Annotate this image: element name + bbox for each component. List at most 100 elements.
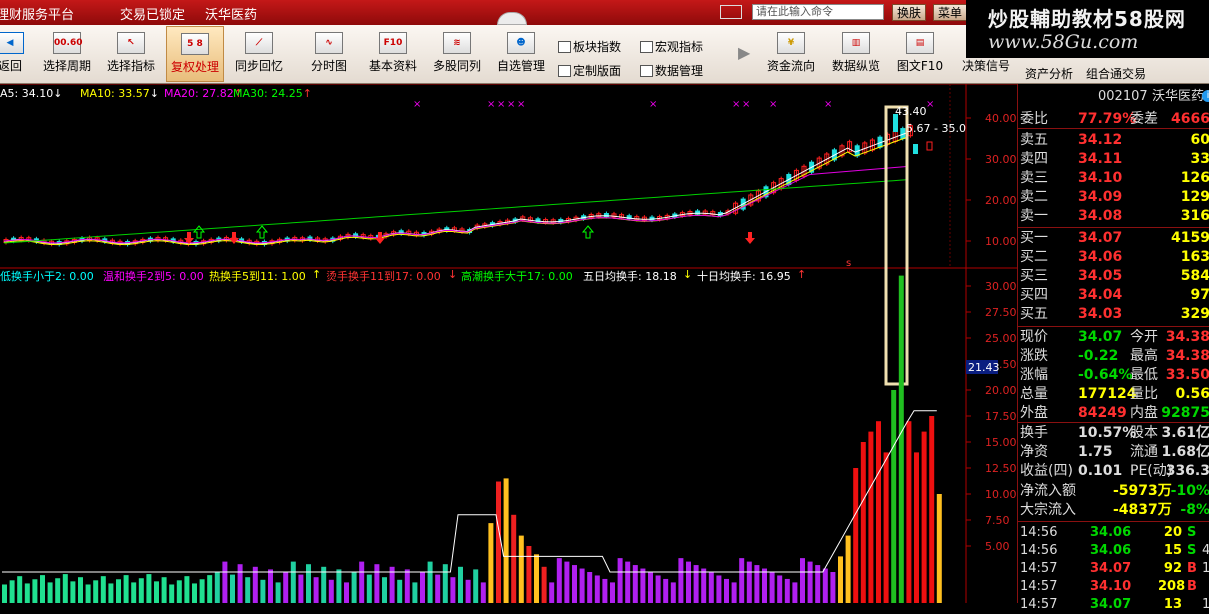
bar-chart-icon: ▥ [842, 32, 870, 54]
volume-bar [397, 579, 403, 603]
indicator-button[interactable]: ↖ 选择指标 [104, 26, 158, 82]
volume-bar [708, 572, 714, 603]
volume-bar [845, 535, 851, 603]
row-value-2: 34.38 [1165, 348, 1209, 364]
sell-arrow-icon [255, 225, 269, 239]
volume-bar [275, 582, 281, 603]
data-manage-button[interactable]: 数据管理 [640, 62, 703, 79]
volume-bar [526, 546, 532, 603]
volume-bar [701, 568, 707, 603]
vol-label-low: 低换手小于2: 0.00 [0, 270, 94, 283]
toolbar-more-icon[interactable]: ▶ [738, 43, 750, 62]
volume-ma-line [2, 410, 937, 573]
adjust-button[interactable]: 5 8 复权处理 [166, 26, 224, 82]
ma20-label: MA20: 27.82↑ [164, 87, 243, 100]
panel-row: 买一 34.07 4159 [1018, 229, 1209, 248]
row-value: -0.64% [1078, 367, 1133, 383]
volume-bar [800, 558, 805, 603]
row-value-2: 126 [1180, 170, 1209, 186]
volume-bar [222, 561, 228, 603]
asset-analysis-button[interactable]: 资产分析 [1025, 65, 1073, 82]
volume-bar [336, 569, 342, 603]
sector-icon [558, 41, 571, 53]
command-input[interactable]: 请在此输入命令 [752, 4, 884, 20]
info-icon[interactable]: i [1202, 90, 1209, 102]
f10-graphic-button[interactable]: ▤ 图文F10 [894, 26, 946, 82]
row-value: -4837万 [1113, 502, 1172, 518]
row-value-2: 1.68亿 [1161, 444, 1209, 460]
trade-lock-status[interactable]: 交易已锁定 [120, 4, 185, 23]
ma30-line [3, 179, 909, 244]
custom-layout-button[interactable]: 定制版面 [558, 62, 621, 79]
document-icon: ▤ [906, 32, 934, 54]
signal-mark: × [517, 99, 525, 110]
panel-row: 卖一 34.08 316 [1018, 207, 1209, 226]
candle [913, 144, 918, 154]
volume-bar [921, 431, 927, 603]
kline-chart[interactable]: 40.0030.0020.0010.0030.0027.5025.0022.50… [0, 84, 1017, 603]
data-overview-button[interactable]: ▥ 数据纵览 [828, 26, 884, 82]
back-button[interactable]: ◀ 返回 [0, 26, 26, 82]
intraday-button[interactable]: ∿ 分时图 [306, 26, 352, 82]
volume-bar [290, 561, 296, 603]
menu-button[interactable]: 菜单 [933, 4, 968, 21]
s-mark: s [846, 258, 851, 269]
multi-stock-button[interactable]: ≋ 多股同列 [430, 26, 484, 82]
volume-bar [617, 558, 623, 603]
row-value-2: 3.61亿 [1161, 425, 1209, 441]
row-value: -5973万 [1113, 483, 1172, 499]
f10-button[interactable]: F10 基本资料 [366, 26, 420, 82]
panel-row: 买三 34.05 584 [1018, 267, 1209, 286]
fund-flow-button[interactable]: ¥ 资金流向 [762, 26, 820, 82]
row-label-2: 流通 [1130, 444, 1158, 460]
sector-index-button[interactable]: 板块指数 [558, 38, 621, 55]
panel-row: 买四 34.04 97 [1018, 286, 1209, 305]
row-value: 177124 [1078, 386, 1137, 402]
row-value-2: 163 [1180, 249, 1209, 265]
volume-bar [9, 580, 15, 603]
buy-arrow-icon [745, 232, 755, 244]
watchlist-button[interactable]: ☻ 自选管理 [494, 26, 548, 82]
tick-price: 34.06 [1090, 525, 1132, 540]
tick-row: 14:56 34.06 20 S [1018, 523, 1209, 542]
volume-bar [822, 568, 828, 603]
macro-icon [640, 41, 653, 53]
row-label: 换手 [1020, 425, 1048, 441]
price-axis-label: 10.00 [985, 235, 1017, 248]
row-value: 34.10 [1078, 170, 1123, 186]
volume-bar [131, 582, 137, 603]
volume-bar [648, 572, 653, 603]
row-label-2: 委差 [1130, 111, 1158, 127]
volume-bar [442, 564, 448, 603]
row-value: 34.04 [1078, 287, 1123, 303]
range-label: 5.67 - 35.0 [906, 122, 966, 135]
sync-button[interactable]: ⟋ 同步回忆 [232, 26, 286, 82]
panel-divider [1018, 326, 1209, 327]
volume-bar [359, 561, 365, 603]
panel-header: 002107 沃华医药 i [1018, 87, 1209, 106]
volume-bar [366, 574, 372, 603]
tick-price: 34.07 [1090, 597, 1132, 612]
combo-trade-button[interactable]: 组合通交易 [1086, 65, 1146, 82]
panel-row: 净流入额 -5973万 -10% [1018, 482, 1209, 501]
tick-volume: 92 [1163, 561, 1182, 576]
row-value: 0.101 [1078, 463, 1123, 479]
center-handle-icon[interactable] [497, 12, 527, 25]
macro-button[interactable]: 宏观指标 [640, 38, 703, 55]
volume-bar [724, 578, 729, 603]
row-value: -0.22 [1078, 348, 1119, 364]
volume-bar [55, 578, 61, 603]
app-title: 理财服务平台 [0, 8, 75, 23]
volume-bar [100, 576, 106, 603]
keyboard-icon[interactable] [720, 5, 742, 19]
panel-divider [1018, 521, 1209, 522]
volume-bar [47, 582, 53, 603]
row-value-2: 60 [1190, 132, 1209, 148]
panel-row: 涨跌 -0.22 最高 34.38 [1018, 347, 1209, 366]
row-value-2: 329 [1180, 306, 1209, 322]
multi-chart-icon: ≋ [443, 32, 471, 54]
period-button[interactable]: 00.60 选择周期 [40, 26, 94, 82]
row-value-2: 0.56 [1175, 386, 1209, 402]
skin-button[interactable]: 换肤 [892, 4, 927, 21]
volume-bar [739, 558, 745, 603]
